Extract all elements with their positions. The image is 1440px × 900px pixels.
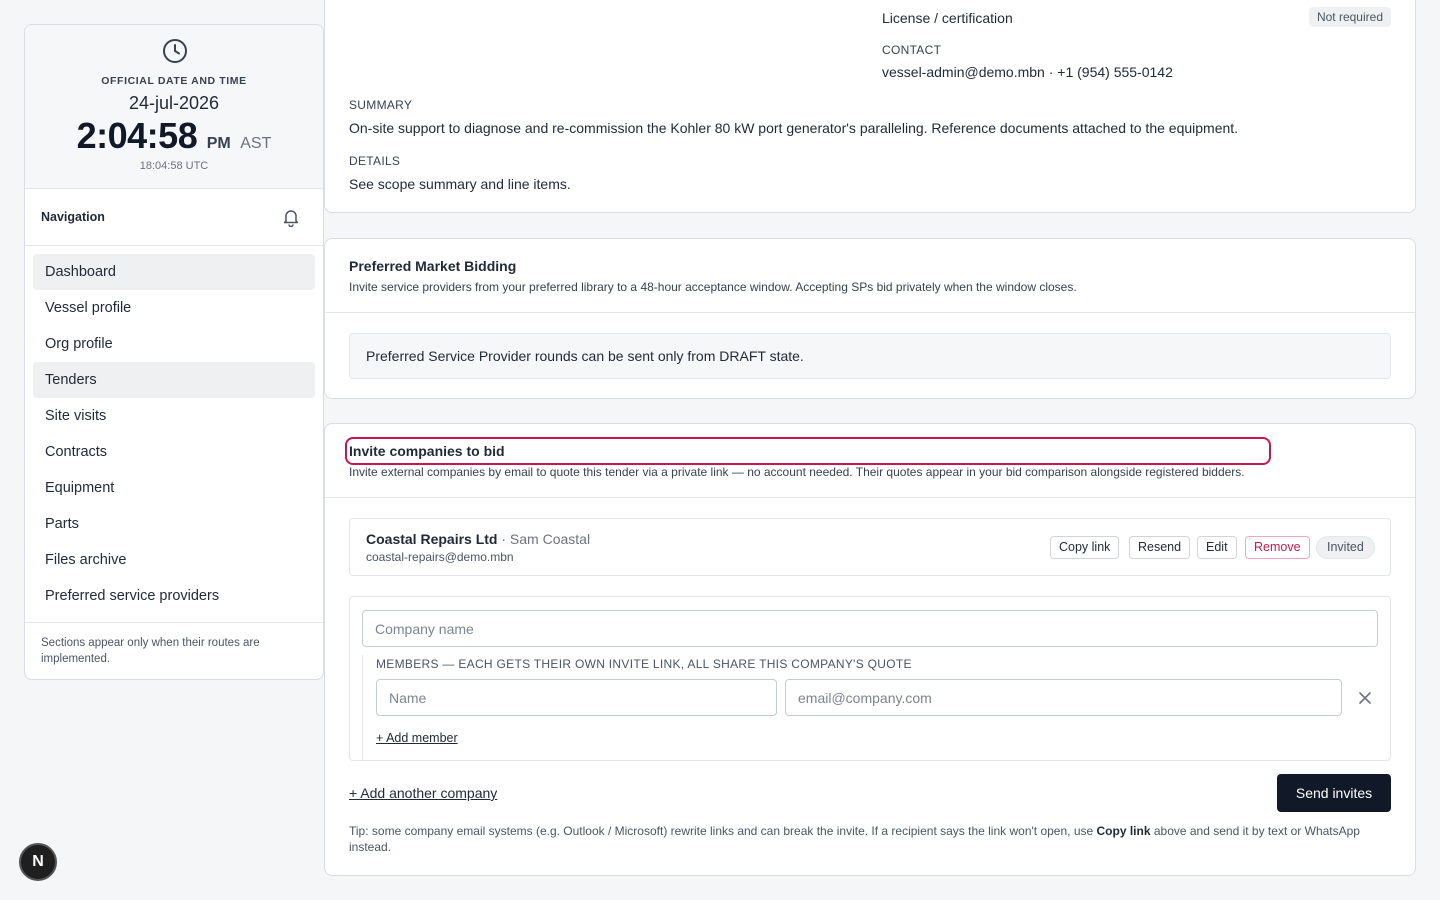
sidebar-item-site-visits[interactable]: Site visits <box>33 398 315 434</box>
resend-button[interactable]: Resend <box>1129 536 1191 559</box>
tip-text-bold: Copy link <box>1096 824 1151 838</box>
tender-details-card: License / certification Not required CON… <box>324 0 1416 213</box>
license-status-badge: Not required <box>1308 7 1391 27</box>
remove-member-icon[interactable] <box>1358 691 1372 705</box>
sidebar-item-vessel-profile[interactable]: Vessel profile <box>33 290 315 326</box>
preferred-notice: Preferred Service Provider rounds can be… <box>349 333 1391 379</box>
preferred-subtitle: Invite service providers from your prefe… <box>349 280 1077 294</box>
sidebar-item-parts[interactable]: Parts <box>33 506 315 542</box>
sidebar-item-files-archive[interactable]: Files archive <box>33 542 315 578</box>
license-label: License / certification <box>882 10 1013 26</box>
dev-tools-button[interactable]: N <box>19 843 57 881</box>
preferred-market-card: Preferred Market Bidding Invite service … <box>324 238 1416 399</box>
members-label: MEMBERS — EACH GETS THEIR OWN INVITE LIN… <box>376 657 912 671</box>
sidebar-item-org-profile[interactable]: Org profile <box>33 326 315 362</box>
clock-date: 24-jul-2026 <box>128 93 220 113</box>
nav-footnote: Sections appear only when their routes a… <box>41 637 260 665</box>
invite-title: Invite companies to bid <box>349 443 505 459</box>
nav-list: Dashboard Vessel profile Org profile Ten… <box>25 246 323 623</box>
add-another-company-link[interactable]: + Add another company <box>349 785 497 801</box>
copy-link-button[interactable]: Copy link <box>1050 536 1120 559</box>
clock-label: OFFICIAL DATE AND TIME <box>101 75 247 87</box>
clock-time-value: 2:04:58 <box>76 115 198 156</box>
company-name-input[interactable] <box>362 610 1378 647</box>
company-name-text: Coastal Repairs Ltd <box>366 531 498 547</box>
bell-icon[interactable] <box>281 207 301 227</box>
sidebar-item-dashboard[interactable]: Dashboard <box>33 254 315 290</box>
sidebar: OFFICIAL DATE AND TIME 24-jul-2026 2:04:… <box>24 24 324 680</box>
sidebar-item-equipment[interactable]: Equipment <box>33 470 315 506</box>
clock-icon <box>163 39 187 63</box>
invited-company-row: Coastal Repairs Ltd · Sam Coastal coasta… <box>349 518 1391 576</box>
new-company-form: MEMBERS — EACH GETS THEIR OWN INVITE LIN… <box>349 596 1391 761</box>
invite-companies-card: Invite companies to bid Invite external … <box>324 423 1416 876</box>
contact-value: vessel-admin@demo.mbn · +1 (954) 555-014… <box>882 64 1173 80</box>
official-clock: OFFICIAL DATE AND TIME 24-jul-2026 2:04:… <box>25 25 323 189</box>
clock-time: 2:04:58 PM AST <box>25 115 323 157</box>
tip-text-start: Tip: some company email systems (e.g. Ou… <box>349 824 1097 838</box>
details-label: DETAILS <box>349 154 401 168</box>
company-contact-name: · Sam Coastal <box>501 531 591 547</box>
details-value: See scope summary and line items. <box>349 176 571 192</box>
summary-label: SUMMARY <box>349 98 413 112</box>
invited-status-badge: Invited <box>1316 536 1375 559</box>
sidebar-item-preferred-service-providers[interactable]: Preferred service providers <box>33 578 315 614</box>
member-name-input[interactable] <box>376 679 777 716</box>
contact-label: CONTACT <box>882 43 942 57</box>
invite-divider <box>325 497 1415 498</box>
remove-button[interactable]: Remove <box>1245 536 1310 559</box>
add-member-link[interactable]: + Add member <box>376 731 458 745</box>
edit-button[interactable]: Edit <box>1197 536 1237 559</box>
preferred-divider <box>325 312 1415 313</box>
send-invites-button[interactable]: Send invites <box>1277 774 1391 812</box>
invited-company-email: coastal-repairs@demo.mbn <box>366 550 514 564</box>
preferred-title: Preferred Market Bidding <box>349 258 517 274</box>
nav-header: Navigation <box>25 189 323 246</box>
clock-ampm: PM <box>206 135 231 152</box>
sidebar-item-tenders[interactable]: Tenders <box>33 362 315 398</box>
clock-timezone: AST <box>240 135 272 152</box>
member-email-input[interactable] <box>785 679 1342 716</box>
members-rule <box>362 655 363 761</box>
summary-value: On-site support to diagnose and re-commi… <box>349 120 1239 136</box>
clock-utc: 18:04:58 UTC <box>139 160 209 172</box>
invited-company-name: Coastal Repairs Ltd · Sam Coastal <box>366 531 590 547</box>
invite-subtitle: Invite external companies by email to qu… <box>349 465 1245 479</box>
invite-tip: Tip: some company email systems (e.g. Ou… <box>349 823 1391 855</box>
nav-title: Navigation <box>41 210 105 224</box>
sidebar-item-contracts[interactable]: Contracts <box>33 434 315 470</box>
